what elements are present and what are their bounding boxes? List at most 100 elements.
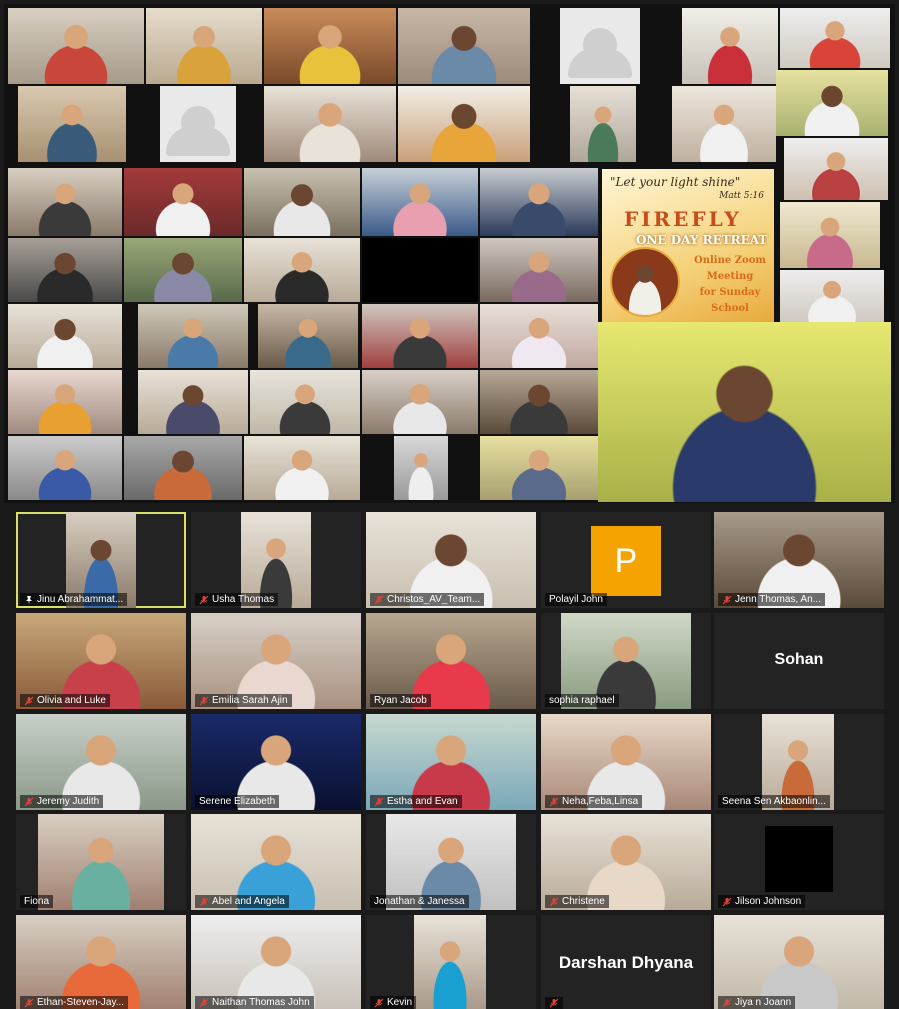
collage-video: [776, 70, 888, 136]
collage-featured-video: [598, 322, 891, 502]
participant-tile[interactable]: Christos_AV_Team...: [366, 512, 536, 608]
participant-tile[interactable]: Usha Thomas: [191, 512, 361, 608]
collage-video: [138, 370, 248, 434]
collage-video: [8, 8, 144, 84]
participant-name-tag: Jeremy Judith: [20, 795, 104, 808]
participant-video: [765, 826, 833, 892]
participant-name-tag: Seena Sen Akbaonlin...: [718, 795, 830, 808]
participant-name-tag: Jonathan & Janessa: [370, 895, 469, 908]
participant-tile[interactable]: Seena Sen Akbaonlin...: [714, 714, 884, 810]
participant-name: Polayil John: [549, 594, 603, 605]
participant-tile[interactable]: Fiona: [16, 814, 186, 910]
mic-off-icon: [722, 595, 732, 605]
mic-off-icon: [549, 897, 559, 907]
participant-tile[interactable]: Ryan Jacob: [366, 613, 536, 709]
participant-name-display: Sohan: [774, 651, 824, 668]
participant-tile[interactable]: Emilia Sarah Ajin: [191, 613, 361, 709]
participant-name: Seena Sen Akbaonlin...: [722, 796, 826, 807]
collage-video: [8, 238, 122, 302]
participant-name: Fiona: [24, 896, 50, 907]
collage-video: [264, 86, 396, 162]
participant-video: [16, 915, 186, 1009]
poster-subtitle: ONE DAY RETREAT: [636, 233, 768, 247]
collage-video: [480, 168, 598, 236]
participant-name: Ryan Jacob: [374, 695, 427, 706]
participant-name: Serene Elizabeth: [199, 796, 276, 807]
poster-body-line: for Sunday: [699, 287, 761, 298]
participant-tile[interactable]: Jinu Abrahammat...: [16, 512, 186, 608]
participant-name: Christene: [562, 896, 605, 907]
participant-name-tag: Jilson Johnson: [718, 895, 806, 908]
collage-video: [398, 86, 530, 162]
mic-off-icon: [549, 797, 559, 807]
mic-off-icon: [24, 998, 34, 1008]
participant-name: Jiya n Joann: [735, 997, 792, 1008]
participant-name: Abel and Angela: [212, 896, 285, 907]
mic-off-icon: [199, 696, 209, 706]
poster-verse: "Let your light shine": [610, 175, 741, 189]
participant-name-tag: Jinu Abrahammat...: [20, 593, 128, 606]
participant-tile[interactable]: Jiya n Joann: [714, 915, 884, 1009]
participant-tile[interactable]: Jenn Thomas, An...: [714, 512, 884, 608]
collage-video: [480, 436, 598, 500]
participant-name-tag: [545, 997, 563, 1009]
collage-video: [394, 436, 448, 500]
participant-tile[interactable]: sophia raphael: [541, 613, 711, 709]
mic-off-icon: [374, 998, 384, 1008]
participant-name-tag: Usha Thomas: [195, 593, 279, 606]
participant-name: sophia raphael: [549, 695, 615, 706]
participant-name: Jenn Thomas, An...: [735, 594, 821, 605]
participant-tile[interactable]: Neha,Feba,Linsa: [541, 714, 711, 810]
participant-name-tag: Neha,Feba,Linsa: [545, 795, 643, 808]
participant-name-tag: Serene Elizabeth: [195, 795, 280, 808]
collage-video: [244, 436, 360, 500]
collage-video: [672, 86, 776, 162]
mic-off-icon: [722, 897, 732, 907]
mic-off-icon: [199, 998, 209, 1008]
collage-video: [784, 138, 888, 200]
participant-tile[interactable]: Abel and Angela: [191, 814, 361, 910]
collage-video: [18, 86, 126, 162]
collage-video: [258, 304, 358, 368]
participant-tile[interactable]: Jonathan & Janessa: [366, 814, 536, 910]
mic-off-icon: [24, 696, 34, 706]
participant-name-tag: Kevin: [370, 996, 417, 1009]
participant-tile[interactable]: Ethan-Steven-Jay...: [16, 915, 186, 1009]
participant-name-tag: Abel and Angela: [195, 895, 289, 908]
participant-tile[interactable]: Jeremy Judith: [16, 714, 186, 810]
collage-video: [480, 370, 598, 434]
collage-video: [138, 304, 248, 368]
participant-name: Ethan-Steven-Jay...: [37, 997, 125, 1008]
participant-tile[interactable]: Sohan: [714, 613, 884, 709]
mic-off-icon: [199, 595, 209, 605]
participant-video: [38, 814, 164, 910]
participant-tile[interactable]: Estha and Evan: [366, 714, 536, 810]
participant-name: Christos_AV_Team...: [387, 594, 481, 605]
collage-video: [570, 86, 636, 162]
participant-name: Usha Thomas: [212, 594, 275, 605]
collage-video: [8, 168, 122, 236]
participant-initial-avatar: P: [591, 526, 661, 596]
participant-tile[interactable]: Christene: [541, 814, 711, 910]
collage-video: [480, 238, 598, 302]
participant-tile[interactable]: Naithan Thomas John: [191, 915, 361, 1009]
participant-name-tag: Polayil John: [545, 593, 607, 606]
participant-video: [714, 915, 884, 1009]
participant-name-tag: Naithan Thomas John: [195, 996, 314, 1009]
collage-video: [8, 436, 122, 500]
participant-name-tag: Emilia Sarah Ajin: [195, 694, 292, 707]
poster-body: Online Zoom Meeting for Sunday School: [690, 253, 770, 317]
collage-video: [124, 238, 242, 302]
collage-video: [250, 370, 360, 434]
participant-tile[interactable]: Kevin: [366, 915, 536, 1009]
collage-video: [780, 8, 890, 68]
participant-tile[interactable]: Olivia and Luke: [16, 613, 186, 709]
collage-video: [244, 238, 360, 302]
participant-tile[interactable]: P Polayil John: [541, 512, 711, 608]
participant-tile[interactable]: Serene Elizabeth: [191, 714, 361, 810]
participant-tile[interactable]: Jilson Johnson: [714, 814, 884, 910]
participant-name: Emilia Sarah Ajin: [212, 695, 288, 706]
collage-video: [682, 8, 778, 84]
mic-off-icon: [24, 797, 34, 807]
participant-tile[interactable]: Darshan Dhyana: [541, 915, 711, 1009]
